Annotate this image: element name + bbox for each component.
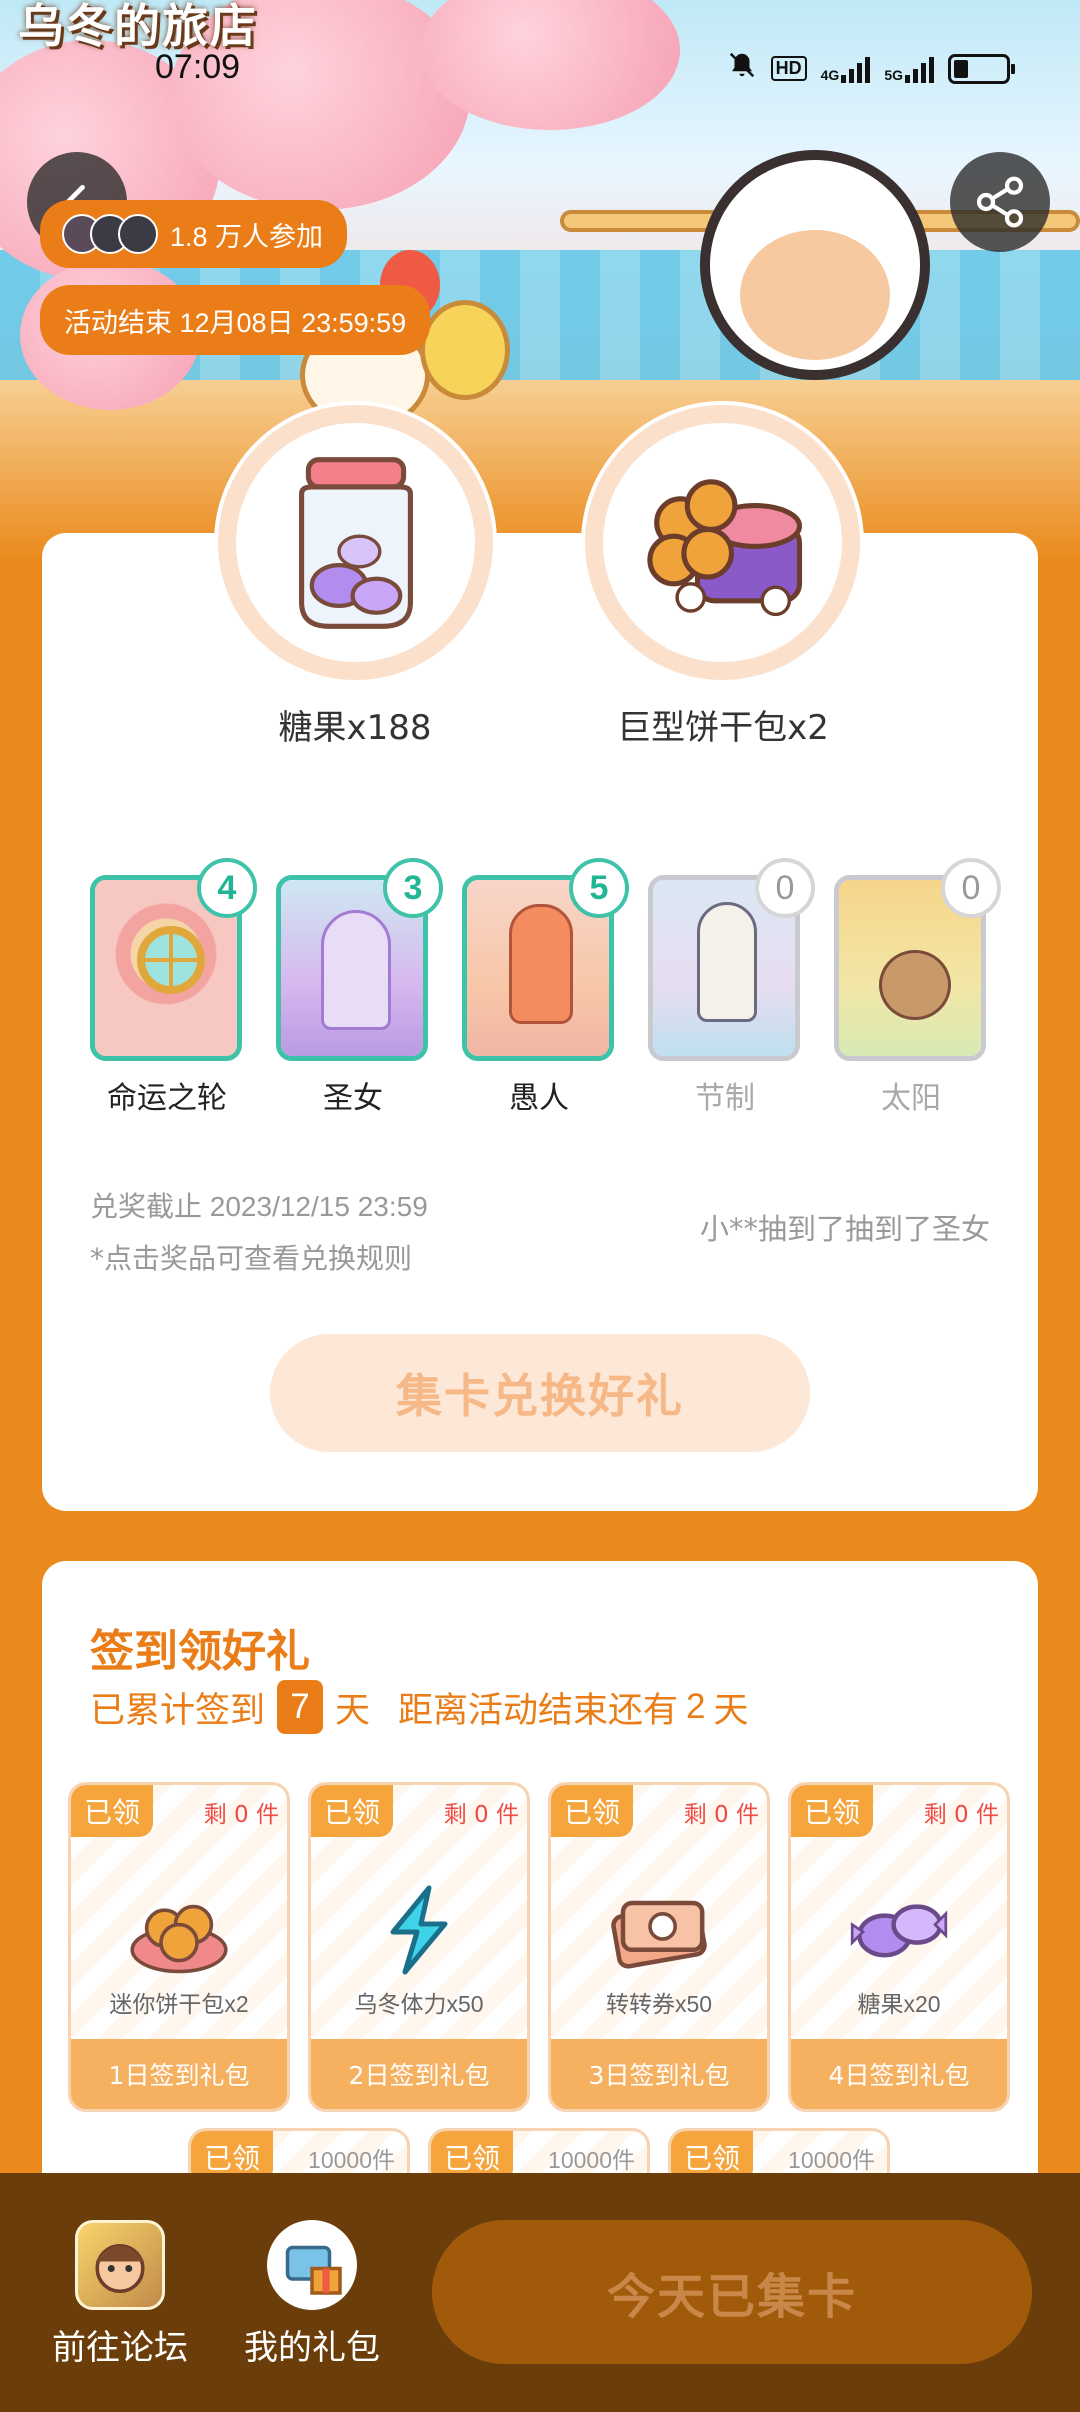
signin-title: 签到领好礼 (90, 1626, 310, 1677)
claimed-tag: 已领 (71, 1785, 153, 1837)
gift-footer: 3日签到礼包 (551, 2039, 767, 2109)
redeem-deadline: 兑奖截止 2023/12/15 23:59 (90, 1191, 428, 1222)
gift-name: 转转券x50 (605, 1991, 713, 2017)
activity-end-text: 活动结束 12月08日 23:59:59 (64, 307, 407, 338)
signal-5g-icon: 5G (884, 55, 934, 83)
signin-prefix: 已累计签到 (90, 1690, 266, 1731)
tarot-name-sun: 太阳 (881, 1081, 941, 1116)
participants-badge: 1.8 万人参加 (40, 200, 348, 268)
share-icon (976, 176, 1024, 228)
gift-name: 乌冬体力x50 (354, 1991, 484, 2017)
card-count-badge: 4 (197, 858, 257, 918)
candy-jar-icon (298, 456, 413, 629)
signin-days: 7 (277, 1680, 324, 1734)
stock-label: 剩 0 件 (443, 1802, 519, 1828)
forum-avatar-icon (75, 2220, 165, 2310)
forum-label: 前往论坛 (52, 2328, 188, 2368)
tarot-name-wheel: 命运之轮 (107, 1081, 227, 1116)
tarot-card-saintess[interactable]: 3 (276, 858, 443, 1061)
signin-gift-day1[interactable]: 已领 剩 0 件 迷你饼干包x2 1日签到礼包 (68, 1782, 290, 2112)
network-4g-label: 4G (820, 66, 840, 83)
winner-ticker: 小**抽到了抽到了圣女 (699, 1212, 990, 1246)
temperance-figure (697, 902, 757, 1022)
cookie-pack-icon (71, 1865, 287, 1995)
prize-candy-label: 糖果x188 (278, 708, 432, 748)
gift-footer: 2日签到礼包 (311, 2039, 527, 2109)
stock-label: 10000件 (788, 2147, 875, 2173)
wheel-icon (137, 926, 205, 994)
cookie-basket-icon (646, 478, 802, 616)
tarot-name-temperance: 节制 (695, 1081, 755, 1116)
card-count-badge: 3 (383, 858, 443, 918)
signin-gift-day2[interactable]: 已领 剩 0 件 乌冬体力x50 2日签到礼包 (308, 1782, 530, 2112)
stock-label: 10000件 (308, 2147, 395, 2173)
participant-avatars (62, 214, 158, 254)
signin-summary: 已累计签到 7 天 距离活动结束还有 2 天 (90, 1680, 749, 1734)
signin-gift-day4[interactable]: 已领 剩 0 件 糖果x20 4日签到礼包 (788, 1782, 1010, 2112)
sun-figure (879, 950, 951, 1020)
today-collected-button[interactable]: 今天已集卡 (432, 2220, 1032, 2364)
redeem-rules-hint: *点击奖品可查看兑换规则 (90, 1242, 413, 1275)
my-gifts-button[interactable]: 我的礼包 (222, 2220, 402, 2369)
gift-footer: 1日签到礼包 (71, 2039, 287, 2109)
mute-bell-icon (727, 50, 757, 87)
stock-label: 剩 0 件 (683, 1802, 759, 1828)
prize-candy[interactable] (218, 405, 493, 680)
character-face (740, 230, 890, 360)
remaining-unit: 天 (713, 1690, 749, 1731)
gift-name: 迷你饼干包x2 (109, 1991, 249, 2017)
card-count-badge: 0 (941, 858, 1001, 918)
stock-label: 剩 0 件 (923, 1802, 999, 1828)
spin-ticket-icon (551, 1865, 767, 1995)
claimed-tag: 已领 (791, 1785, 873, 1837)
status-bar: 07:09 HD 4G 5G (0, 40, 1080, 100)
prize-giant-cookie-pack[interactable] (585, 405, 860, 680)
card-count-badge: 5 (569, 858, 629, 918)
tarot-card-sun[interactable]: 0 (834, 858, 1001, 1061)
remaining-days: 2 (686, 1687, 706, 1726)
duck-illustration (420, 300, 510, 400)
my-gifts-label: 我的礼包 (244, 2328, 380, 2368)
card-count-badge: 0 (755, 858, 815, 918)
stock-label: 10000件 (548, 2147, 635, 2173)
tarot-name-saintess: 圣女 (323, 1081, 383, 1116)
gift-box-icon (267, 2220, 357, 2310)
tarot-card-fool[interactable]: 5 (462, 858, 629, 1061)
energy-bolt-icon (311, 1865, 527, 1995)
stock-label: 剩 0 件 (203, 1802, 279, 1828)
tarot-name-fool: 愚人 (509, 1081, 569, 1116)
tarot-card-wheel-of-fortune[interactable]: 4 (90, 858, 257, 1061)
fool-figure (509, 904, 573, 1024)
share-button[interactable] (950, 152, 1050, 252)
signin-gift-day3[interactable]: 已领 剩 0 件 转转券x50 3日签到礼包 (548, 1782, 770, 2112)
signal-4g-icon: 4G (821, 55, 871, 83)
candy-icon (791, 1865, 1007, 1995)
signin-unit: 天 (335, 1690, 371, 1731)
gift-name: 糖果x20 (857, 1991, 941, 2017)
tarot-card-temperance[interactable]: 0 (648, 858, 815, 1061)
hd-icon: HD (770, 56, 807, 81)
status-time: 07:09 (155, 48, 241, 86)
participants-text: 1.8 万人参加 (170, 221, 324, 252)
network-5g-label: 5G (884, 66, 903, 83)
gift-footer: 4日签到礼包 (791, 2039, 1007, 2109)
status-icons: HD 4G 5G (727, 50, 1015, 87)
claimed-tag: 已领 (311, 1785, 393, 1837)
forum-button[interactable]: 前往论坛 (30, 2220, 210, 2369)
prize-cookie-label: 巨型饼干包x2 (617, 708, 829, 748)
activity-end-badge: 活动结束 12月08日 23:59:59 (40, 285, 431, 355)
battery-icon (948, 53, 1015, 84)
collect-exchange-button[interactable]: 集卡兑换好礼 (270, 1334, 810, 1452)
claimed-tag: 已领 (551, 1785, 633, 1837)
saintess-figure (321, 910, 391, 1030)
remaining-prefix: 距离活动结束还有 (398, 1690, 679, 1731)
